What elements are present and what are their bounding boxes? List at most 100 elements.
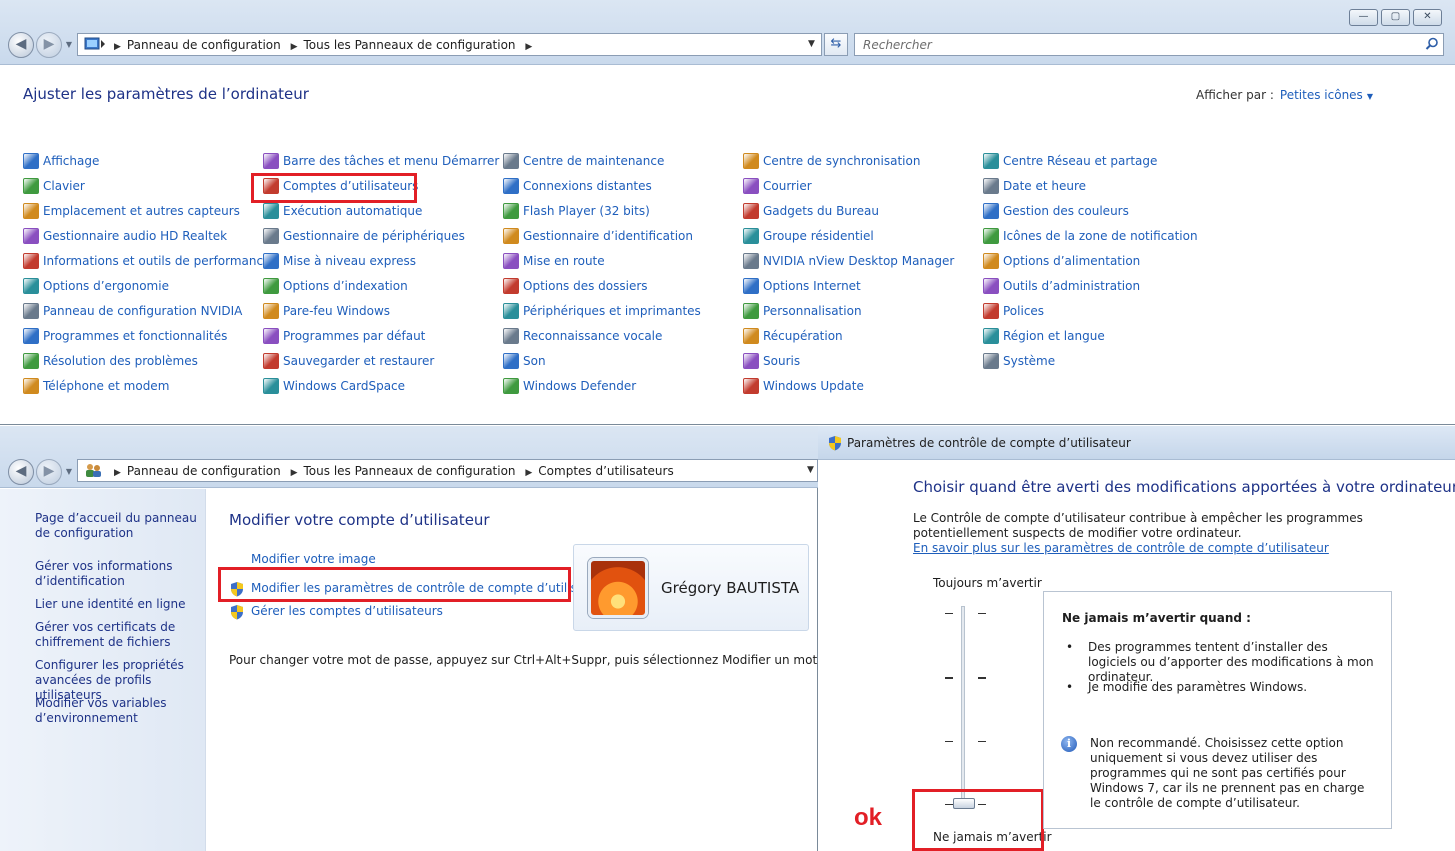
control-panel-item-label: Pare-feu Windows [283, 304, 391, 318]
back-button[interactable]: ◀ [8, 459, 34, 485]
bullet-text: Des programmes tentent d’installer des l… [1088, 640, 1374, 684]
control-panel-item-label: Téléphone et modem [43, 379, 170, 393]
control-panel-item-label: Barre des tâches et menu Démarrer [283, 154, 500, 168]
control-panel-item-icon [23, 303, 39, 319]
search-icon[interactable] [1425, 37, 1439, 51]
control-panel-item-icon [23, 353, 39, 369]
control-panel-icon [84, 37, 105, 50]
learn-more-link[interactable]: En savoir plus sur les paramètres de con… [913, 541, 1329, 555]
control-panel-item-icon [983, 328, 999, 344]
control-panel-item-icon [503, 178, 519, 194]
breadcrumb-item[interactable]: Tous les Panneaux de configuration [304, 38, 516, 52]
control-panel-item-icon [263, 228, 279, 244]
window-chrome: ◀ ▶ ▼ ▶ Panneau de configuration ▶ Tous le… [0, 426, 818, 488]
manage-accounts-link[interactable]: Gérer les comptes d’utilisateurs [251, 604, 443, 618]
control-panel-item-icon [263, 253, 279, 269]
control-panel-item-icon [743, 178, 759, 194]
view-by-value[interactable]: Petites icônes [1280, 88, 1363, 102]
control-panel-item-icon [503, 153, 519, 169]
recent-pages-dropdown[interactable]: ▼ [64, 40, 74, 50]
control-panel-item-icon [743, 253, 759, 269]
control-panel-item-label: Mise à niveau express [283, 254, 416, 268]
window-title: Paramètres de contrôle de compte d’utili… [847, 436, 1131, 450]
user-accounts-window: ◀ ▶ ▼ ▶ Panneau de configuration ▶ Tous le… [0, 426, 878, 851]
breadcrumb-separator-icon: ▶ [525, 468, 533, 478]
highlight-box [251, 173, 417, 203]
control-panel-item-icon [23, 278, 39, 294]
highlight-box [912, 789, 1044, 851]
control-panel-item-label: Options des dossiers [523, 279, 648, 293]
control-panel-item-icon [743, 278, 759, 294]
control-panel-item-label: NVIDIA nView Desktop Manager [763, 254, 955, 268]
control-panel-item-icon [743, 153, 759, 169]
control-panel-item-label: Périphériques et imprimantes [523, 304, 701, 318]
control-panel-item-icon [263, 278, 279, 294]
control-panel-item-icon [743, 328, 759, 344]
control-panel-item-label: Centre de maintenance [523, 154, 665, 168]
control-panel-item-label: Reconnaissance vocale [523, 329, 663, 343]
sidebar-link-certificates[interactable]: Gérer vos certificats de chiffrement de … [35, 620, 203, 650]
control-panel-item-label: Programmes et fonctionnalités [43, 329, 228, 343]
address-history-dropdown[interactable]: ▼ [808, 39, 815, 49]
control-panel-item-icon [23, 228, 39, 244]
view-by-selector[interactable]: Afficher par : Petites icônes ▼ [1196, 88, 1373, 102]
control-panel-item-icon [503, 203, 519, 219]
page-title: Modifier votre compte d’utilisateur [229, 511, 490, 529]
annotation-ok: ok [854, 804, 883, 831]
control-panel-item-label: Affichage [43, 154, 100, 168]
slider-track[interactable] [961, 606, 965, 801]
chevron-down-icon[interactable]: ▼ [1367, 92, 1373, 101]
address-bar[interactable]: ▶ Panneau de configuration ▶ Tous les Pann… [77, 33, 822, 56]
breadcrumb-item[interactable]: Panneau de configuration [127, 38, 281, 52]
control-panel-item-label: Sauvegarder et restaurer [283, 354, 435, 368]
sidebar-link-credentials[interactable]: Gérer vos informations d’identification [35, 559, 203, 589]
slider-tick [978, 741, 986, 742]
control-panel-item-icon [263, 203, 279, 219]
slider-tick [945, 741, 953, 742]
task-sidebar: Page d’accueil du panneau de configurati… [0, 489, 206, 851]
address-history-dropdown[interactable]: ▼ [807, 465, 814, 475]
control-panel-item-label: Centre Réseau et partage [1003, 154, 1158, 168]
control-panel-item-label: Son [523, 354, 546, 368]
control-panel-item-icon [263, 378, 279, 394]
control-panel-item-label: Gestionnaire d’identification [523, 229, 693, 243]
refresh-button[interactable]: ⇆ [824, 33, 848, 56]
control-panel-item-icon [983, 203, 999, 219]
control-panel-item-icon [743, 353, 759, 369]
setting-description-panel: Ne jamais m’avertir quand : • Des progra… [1043, 591, 1392, 829]
breadcrumb-item[interactable]: Comptes d’utilisateurs [538, 464, 673, 478]
breadcrumb-separator-icon: ▶ [114, 468, 121, 478]
address-bar[interactable]: ▶ Panneau de configuration ▶ Tous les Pann… [77, 459, 818, 482]
forward-button[interactable]: ▶ [36, 32, 62, 58]
breadcrumb-item[interactable]: Tous les Panneaux de configuration [304, 464, 516, 478]
sidebar-link-environment[interactable]: Modifier vos variables d’environnement [35, 696, 203, 726]
control-panel-item-label: Souris [763, 354, 801, 368]
slider-tick [978, 613, 986, 614]
maximize-button[interactable]: ▢ [1381, 9, 1410, 26]
control-panel-item-label: Gestionnaire de périphériques [283, 229, 465, 243]
control-panel-item-icon [983, 153, 999, 169]
control-panel-item-icon [503, 378, 519, 394]
recent-pages-dropdown[interactable]: ▼ [64, 467, 74, 477]
avatar[interactable] [588, 558, 648, 618]
control-panel-item-icon [263, 303, 279, 319]
minimize-button[interactable]: — [1349, 9, 1378, 26]
sidebar-link-online-identity[interactable]: Lier une identité en ligne [35, 597, 203, 612]
control-panel-item-label: Mise en route [523, 254, 605, 268]
control-panel-item-icon [983, 303, 999, 319]
user-accounts-icon [86, 464, 101, 477]
window-titlebar: Paramètres de contrôle de compte d’utili… [818, 426, 1455, 460]
highlight-box [218, 567, 571, 602]
uac-settings-window: Paramètres de contrôle de compte d’utili… [818, 426, 1455, 851]
control-panel-item-label: Options d’indexation [283, 279, 408, 293]
sidebar-link-control-panel-home[interactable]: Page d’accueil du panneau de configurati… [35, 511, 203, 541]
breadcrumb-item[interactable]: Panneau de configuration [127, 464, 281, 478]
change-picture-link[interactable]: Modifier votre image [251, 552, 376, 566]
back-button[interactable]: ◀ [8, 32, 34, 58]
close-button[interactable]: ✕ [1413, 9, 1442, 26]
forward-button[interactable]: ▶ [36, 459, 62, 485]
control-panel-item-icon [23, 153, 39, 169]
search-input[interactable]: Rechercher [854, 33, 1444, 56]
control-panel-item-label: Courrier [763, 179, 812, 193]
control-panel-item-label: Connexions distantes [523, 179, 652, 193]
